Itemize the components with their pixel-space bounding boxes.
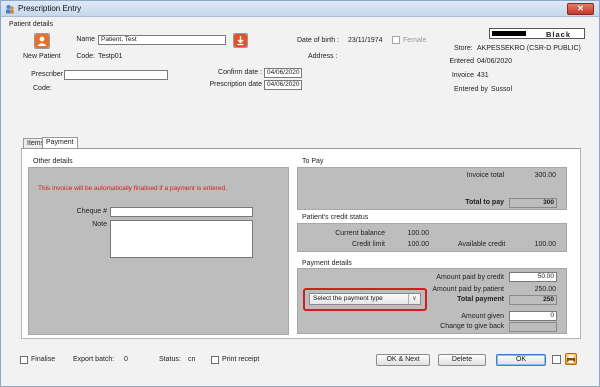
entered-by-value: Sussol: [491, 86, 513, 93]
total-payment-value: 250: [509, 295, 557, 305]
store-color-name: Black: [546, 30, 572, 39]
entered-by-label: Entered by: [454, 86, 488, 93]
payment-type-select[interactable]: Select the payment type ∨: [309, 293, 421, 305]
confirm-date-field[interactable]: 04/06/2020: [264, 68, 302, 78]
status-label: Status:: [159, 356, 181, 363]
dob-label: Date of birth :: [297, 37, 340, 44]
store-label: Store:: [454, 45, 473, 52]
invoice-total-value: 300.00: [534, 172, 556, 179]
name-label: Name: [76, 36, 95, 43]
amount-paid-credit-label: Amount paid by credit: [436, 274, 504, 281]
female-label: Female: [403, 37, 427, 44]
download-icon: [234, 34, 247, 47]
amount-paid-patient-value: 250.00: [534, 286, 556, 293]
delete-button[interactable]: Delete: [438, 354, 486, 366]
cheque-field[interactable]: [110, 207, 253, 217]
status-value: cn: [188, 356, 196, 363]
amount-given-label: Amount given: [461, 313, 504, 320]
chevron-down-icon: ∨: [408, 294, 420, 304]
entered-label: Entered: [449, 58, 474, 65]
entered-value: 04/06/2020: [477, 58, 513, 65]
patient-code-label: Code:: [76, 53, 95, 60]
patient-name-field[interactable]: Patient, Test: [98, 35, 226, 45]
window-title: Prescription Entry: [18, 4, 82, 13]
cheque-label: Cheque #: [76, 208, 107, 215]
change-value: [509, 322, 557, 332]
to-pay-title: To Pay: [302, 158, 324, 165]
total-to-pay-label: Total to pay: [465, 199, 504, 206]
total-to-pay-value: 300: [509, 198, 557, 208]
ok-button[interactable]: OK: [496, 354, 546, 366]
ok-next-button[interactable]: OK & Next: [376, 354, 430, 366]
store-color-swatch: [492, 31, 526, 36]
amount-given-field[interactable]: 0: [509, 311, 557, 321]
title-bar: Prescription Entry ✕: [1, 1, 599, 17]
change-label: Change to give back: [440, 323, 504, 330]
store-value: AKPESSEKRO (CSR-D PUBLIC): [477, 45, 581, 52]
other-details-title: Other details: [33, 158, 73, 165]
address-label: Address :: [308, 53, 338, 60]
auto-finalise-warning: This invoice will be automatically final…: [38, 185, 227, 192]
dob-value: 23/11/1974: [348, 37, 383, 44]
patient-lookup-button[interactable]: [233, 33, 248, 48]
print-glyph: [567, 355, 575, 363]
store-color-indicator: Black: [489, 28, 585, 39]
total-payment-label: Total payment: [457, 296, 504, 303]
finalise-label: Finalise: [31, 356, 56, 363]
invoice-total-label: Invoice total: [466, 172, 504, 179]
prescription-entry-window: Prescription Entry ✕ Patient details New…: [0, 0, 600, 387]
payment-type-selected: Select the payment type: [313, 295, 383, 302]
tab-payment-label: Payment: [46, 139, 74, 146]
new-patient-label: New Patient: [23, 53, 61, 60]
person-add-icon: [35, 34, 49, 48]
prescriber-label: Prescriber: [31, 71, 63, 78]
confirm-date-label: Confirm date :: [218, 69, 262, 76]
credit-limit-value: 100.00: [407, 241, 429, 248]
finalise-checkbox[interactable]: [20, 356, 28, 364]
export-batch-value: 0: [124, 356, 128, 363]
available-credit-label: Available credit: [458, 241, 506, 248]
print-receipt-checkbox[interactable]: [211, 356, 219, 364]
current-balance-value: 100.00: [407, 230, 429, 237]
note-label: Note: [92, 221, 107, 228]
prescription-date-field[interactable]: 04/06/2020: [264, 80, 302, 90]
close-icon: ✕: [577, 4, 584, 13]
current-balance-label: Current balance: [335, 230, 385, 237]
new-patient-button[interactable]: [34, 33, 50, 49]
close-button[interactable]: ✕: [567, 3, 594, 15]
amount-paid-patient-label: Amount paid by patient: [432, 286, 504, 293]
credit-limit-label: Credit limit: [351, 241, 385, 248]
patient-details-label: Patient details: [9, 21, 53, 28]
app-icon: [6, 5, 14, 14]
note-textarea[interactable]: [110, 220, 253, 258]
print-receipt-label: Print receipt: [222, 356, 260, 363]
prescriber-field[interactable]: [64, 70, 168, 80]
invoice-label: Invoice: [451, 72, 474, 79]
amount-paid-credit-field[interactable]: 50.00: [509, 272, 557, 282]
ok-option-checkbox[interactable]: [552, 355, 561, 364]
prescriber-code-label: Code:: [33, 85, 52, 92]
prescription-date-label: Prescription date: [209, 81, 262, 88]
credit-status-title: Patient's credit status: [302, 214, 369, 221]
payment-details-title: Payment details: [302, 260, 352, 267]
printer-icon[interactable]: [565, 353, 577, 365]
female-checkbox[interactable]: [392, 36, 400, 44]
invoice-value: 431: [477, 72, 489, 79]
available-credit-value: 100.00: [534, 241, 556, 248]
export-batch-label: Export batch:: [73, 356, 115, 363]
patient-code-value: Testp01: [98, 53, 123, 60]
